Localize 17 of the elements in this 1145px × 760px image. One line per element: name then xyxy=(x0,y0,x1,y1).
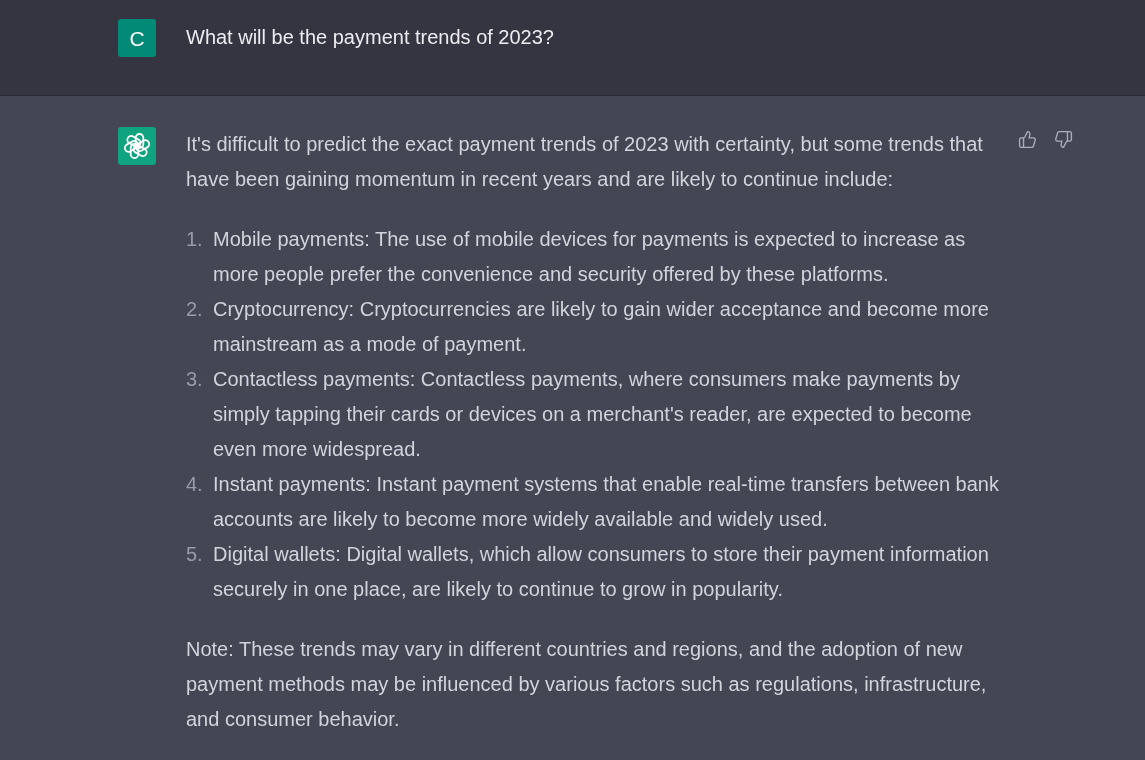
list-item-text: Cryptocurrency: Cryptocurrencies are likely to gain wider acceptance and become more mainstream as a mode of payment. xyxy=(213,297,990,357)
list-number: 2. xyxy=(186,297,204,322)
list-number: 4. xyxy=(186,472,204,497)
knot-logo-icon xyxy=(118,127,156,165)
list-item-text: Digital wallets: Digital wallets, which allow consumers to store their payment information securely in one place, are likely to continue to grow in popularity. xyxy=(213,542,990,602)
list-item-text: Mobile payments: The use of mobile devices for payments is expected to increase as more people prefer the convenience and security offered by these platforms. xyxy=(213,227,967,287)
thumbs-down-icon[interactable] xyxy=(1054,130,1073,149)
list-item-text: Contactless payments: Contactless payments, where consumers make payments by simply tapping their cards or devices on a merchant's reader, are expected to become even more widespread. xyxy=(213,367,973,462)
thumbs-up-icon[interactable] xyxy=(1018,130,1037,149)
list-number: 3. xyxy=(186,367,204,392)
intro-paragraph: It's difficult to predict the exact payment trends of 2023 with certainty, but some trends that have been gaining momentum in recent years and are likely to continue include: xyxy=(186,132,984,192)
list-item-text: Instant payments: Instant payment systems that enable real-time transfers between bank accounts are likely to become more widely available and widely used. xyxy=(213,472,1000,532)
list-number: 1. xyxy=(186,227,204,252)
user-avatar: C xyxy=(118,19,156,57)
user-message-text: What will be the payment trends of 2023? xyxy=(186,25,555,50)
note-paragraph: Note: These trends may vary in different countries and regions, and the adoption of new payment methods may be influenced by various factors such as regulations, infrastructure, and consumer behavior. xyxy=(186,637,988,732)
list-number: 5. xyxy=(186,542,204,567)
